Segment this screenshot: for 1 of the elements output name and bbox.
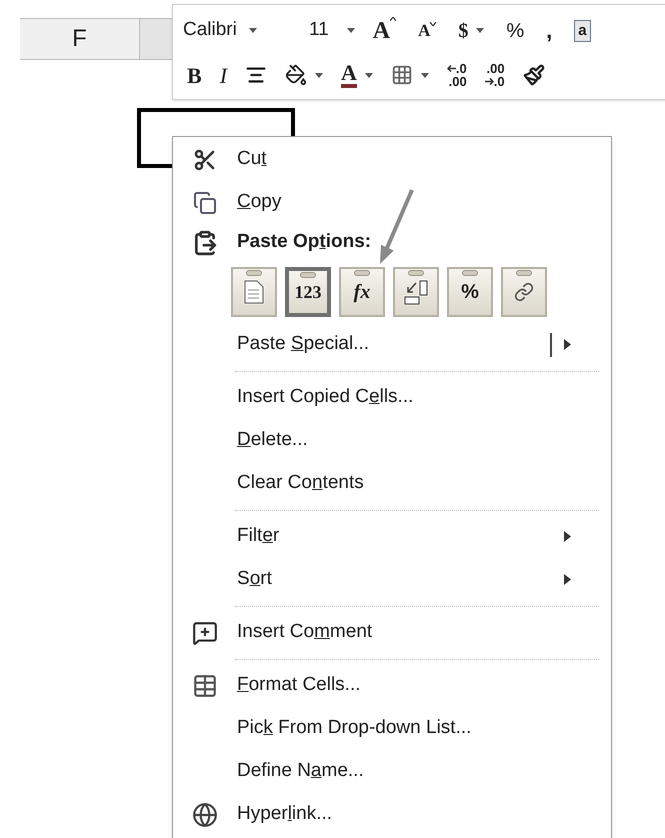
menu-heading: Paste Options: bbox=[173, 224, 611, 261]
